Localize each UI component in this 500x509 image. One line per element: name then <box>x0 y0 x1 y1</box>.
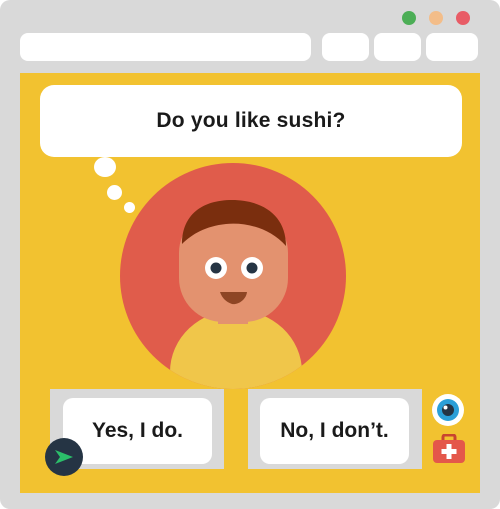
answer-no-label: No, I don’t. <box>280 419 389 442</box>
thought-bubble-medium <box>107 185 122 200</box>
send-button[interactable] <box>45 438 83 476</box>
answer-yes-button[interactable]: Yes, I do. <box>63 398 212 464</box>
send-icon <box>55 450 73 464</box>
first-aid-kit-icon[interactable] <box>432 434 466 464</box>
thought-bubble-small <box>124 202 135 213</box>
eye-icon[interactable] <box>431 393 465 427</box>
answer-no-button[interactable]: No, I don’t. <box>260 398 409 464</box>
answer-yes-label: Yes, I do. <box>91 419 184 442</box>
thought-bubble-large <box>94 157 116 177</box>
question-text: Do you like sushi? <box>156 109 346 132</box>
speech-bubble: Do you like sushi? <box>40 85 462 157</box>
browser-window: Do you like sushi? Yes, I do. No, I don’… <box>0 0 500 509</box>
